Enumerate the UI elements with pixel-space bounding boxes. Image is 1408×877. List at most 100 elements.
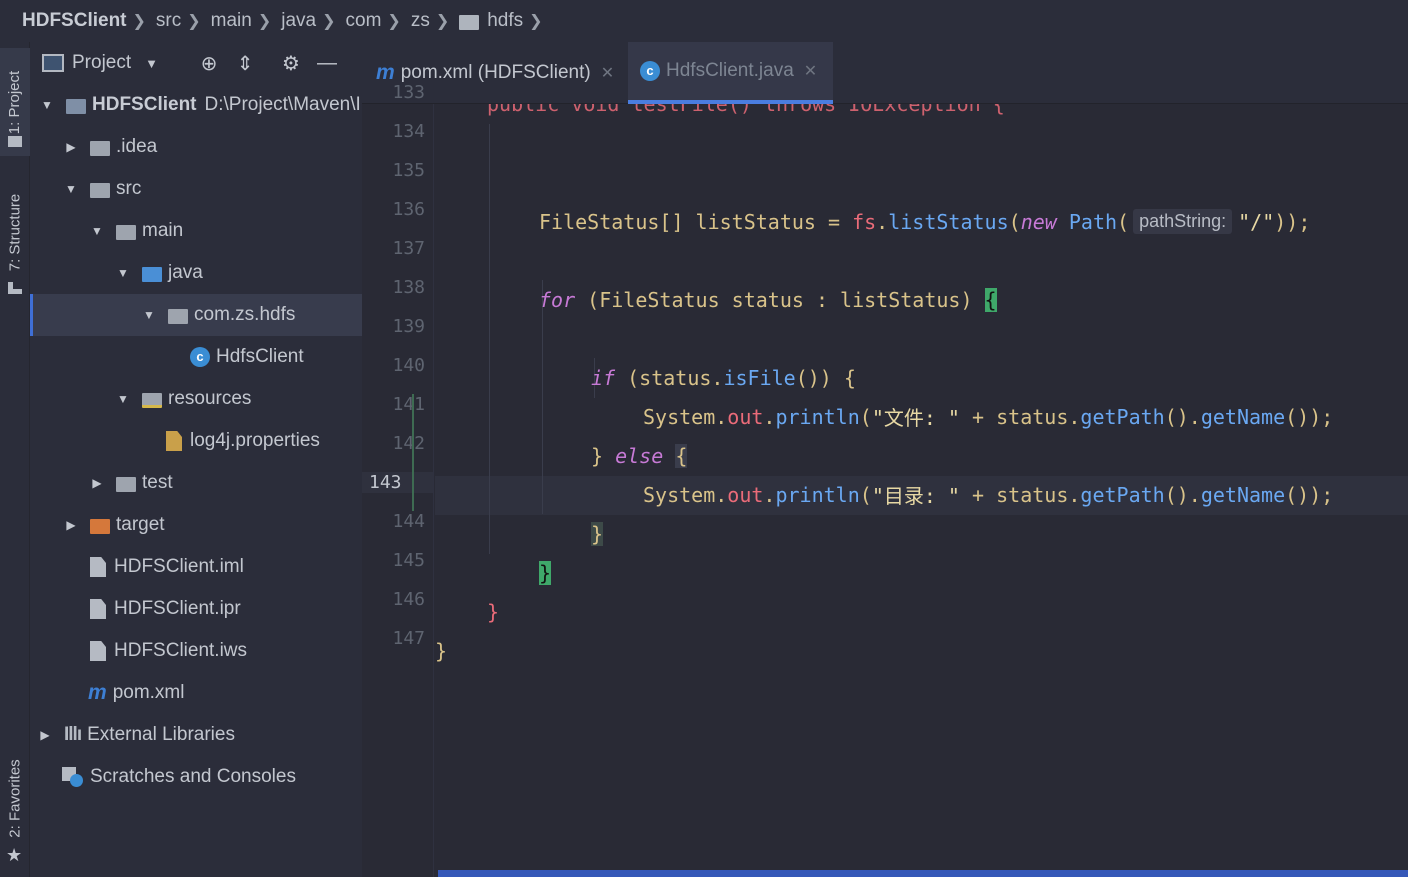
tree-item-label: Scratches and Consoles bbox=[90, 766, 296, 787]
matched-brace: } bbox=[539, 560, 552, 585]
breadcrumb-item-java[interactable]: java ❯ bbox=[281, 10, 345, 32]
tree-item-iws[interactable]: HDFSClient.iws bbox=[30, 630, 362, 672]
tool-window-bar: 1: Project 7: Structure 2: Favorites ★ bbox=[0, 42, 30, 877]
locate-icon[interactable]: ⊕ bbox=[198, 51, 220, 76]
breadcrumb-item-src[interactable]: src ❯ bbox=[156, 10, 211, 32]
breadcrumb-item-zs[interactable]: zs ❯ bbox=[411, 10, 459, 32]
tree-item-main[interactable]: ▼ main bbox=[30, 210, 362, 252]
project-view-icon bbox=[42, 54, 64, 72]
tree-item-ipr[interactable]: HDFSClient.ipr bbox=[30, 588, 362, 630]
star-icon: ★ bbox=[6, 845, 23, 865]
expand-arrow-icon[interactable]: ▶ bbox=[38, 728, 52, 742]
close-icon[interactable]: ✕ bbox=[601, 63, 614, 83]
tree-item-label: External Libraries bbox=[87, 724, 235, 745]
expand-arrow-icon[interactable]: ▼ bbox=[116, 392, 130, 406]
chevron-right-icon: ❯ bbox=[387, 13, 401, 30]
tree-item-label: test bbox=[142, 472, 173, 493]
breadcrumb-item-hdfs[interactable]: hdfs ❯ bbox=[459, 10, 552, 32]
tree-item-idea[interactable]: ▶ .idea bbox=[30, 126, 362, 168]
tree-item-label: HDFSClient bbox=[92, 94, 197, 115]
tree-item-label: com.zs.hdfs bbox=[194, 304, 296, 325]
line-gutter: 133 134 135 136 137 138 139 140 141 142 … bbox=[362, 82, 434, 877]
code-line-133: public void testFile() throws IOExceptio… bbox=[487, 104, 1005, 123]
tree-item-hdfsclient[interactable]: ▼ HDFSClient D:\Project\Maven\I bbox=[30, 84, 362, 126]
line-number: 147 bbox=[392, 628, 425, 649]
code-line-145: } bbox=[487, 599, 500, 624]
tree-item-pom[interactable]: m pom.xml bbox=[30, 672, 362, 714]
tree-item-label: pom.xml bbox=[112, 682, 185, 703]
tree-item-label: .idea bbox=[116, 136, 158, 157]
code-line-142: System. out. println("目录: " + status. getPa… bbox=[643, 482, 1334, 509]
editor-tabs: m pom.xml (HDFSClient) ✕ c HdfsClient.ja… bbox=[362, 42, 1408, 104]
breadcrumb-item-com[interactable]: com ❯ bbox=[346, 10, 411, 32]
project-view-selector[interactable]: Project bbox=[72, 52, 131, 74]
breadcrumb: HDFSClient ❯ src ❯ main ❯ java ❯ com ❯ zs ❯ hd… bbox=[0, 0, 1408, 42]
breadcrumb-item-project[interactable]: HDFSClient ❯ bbox=[22, 10, 156, 32]
tree-item-log4j[interactable]: log4j.properties bbox=[30, 420, 362, 462]
java-class-icon: c bbox=[190, 347, 210, 367]
file-icon bbox=[90, 557, 106, 577]
code-line-141: } else { bbox=[591, 443, 688, 468]
breadcrumb-item-main[interactable]: main ❯ bbox=[211, 10, 282, 32]
change-marker bbox=[412, 394, 414, 511]
expand-arrow-icon[interactable]: ▼ bbox=[90, 224, 104, 238]
tree-item-external-libraries[interactable]: ▶ Illı External Libraries bbox=[30, 714, 362, 756]
chevron-right-icon: ❯ bbox=[187, 13, 201, 30]
project-panel: Project ▼ ⊕ ⇕ ⚙ — ▼ HDFSClient D:\Projec… bbox=[30, 42, 362, 877]
expand-arrow-icon[interactable]: ▼ bbox=[40, 98, 54, 112]
chevron-right-icon: ❯ bbox=[322, 13, 336, 30]
line-number: 145 bbox=[392, 550, 425, 571]
tree-item-test[interactable]: ▶ test bbox=[30, 462, 362, 504]
package-icon bbox=[459, 14, 480, 30]
tree-item-resources[interactable]: ▼ resources bbox=[30, 378, 362, 420]
tree-item-iml[interactable]: HDFSClient.iml bbox=[30, 546, 362, 588]
tree-item-target[interactable]: ▶ target bbox=[30, 504, 362, 546]
tree-item-label: HDFSClient.iml bbox=[114, 556, 244, 577]
code-line-135: FileStatus[] listStatus = fs. listStatus(… bbox=[539, 209, 1311, 234]
file-icon bbox=[90, 599, 106, 619]
tree-item-label: target bbox=[116, 514, 165, 535]
code-line-143: } bbox=[591, 521, 604, 546]
tree-item-java[interactable]: ▼ java bbox=[30, 252, 362, 294]
chevron-right-icon: ❯ bbox=[257, 13, 272, 30]
caret-down-icon[interactable]: ▼ bbox=[145, 56, 158, 71]
expand-arrow-icon[interactable]: ▶ bbox=[64, 518, 78, 532]
indent-guide bbox=[489, 124, 490, 554]
folder-icon bbox=[116, 224, 136, 240]
tree-item-label: HDFSClient.ipr bbox=[114, 598, 241, 619]
tab-hdfsclient-java[interactable]: c HdfsClient.java ✕ bbox=[628, 42, 833, 104]
matched-brace: { bbox=[984, 287, 997, 312]
line-number: 141 bbox=[392, 394, 425, 415]
expand-arrow-icon[interactable]: ▶ bbox=[90, 476, 104, 490]
expand-arrow-icon[interactable]: ▼ bbox=[64, 182, 78, 196]
tab-label: HdfsClient.java bbox=[666, 60, 794, 81]
tool-tab-favorites[interactable]: 2: Favorites bbox=[0, 752, 30, 844]
tree-item-scratches[interactable]: Scratches and Consoles bbox=[30, 756, 362, 798]
tree-item-com-zs-hdfs[interactable]: ▼ com.zs.hdfs bbox=[30, 294, 362, 336]
project-path: D:\Project\Maven\I bbox=[204, 94, 361, 115]
hide-icon[interactable]: — bbox=[316, 52, 338, 75]
code-line-146: } bbox=[435, 638, 448, 663]
file-icon bbox=[90, 641, 106, 661]
tree-item-hdfsclient-class[interactable]: c HdfsClient bbox=[30, 336, 362, 378]
tree-item-label: HDFSClient.iws bbox=[114, 640, 248, 661]
editor-area: m pom.xml (HDFSClient) ✕ c HdfsClient.ja… bbox=[362, 42, 1408, 877]
code-editor[interactable]: public void testFile() throws IOExceptio… bbox=[435, 104, 1408, 877]
project-panel-header: Project ▼ ⊕ ⇕ ⚙ — bbox=[30, 42, 362, 84]
resources-folder-icon bbox=[142, 392, 162, 408]
source-folder-icon bbox=[142, 266, 162, 282]
expand-arrow-icon[interactable]: ▼ bbox=[116, 266, 130, 280]
expand-arrow-icon[interactable]: ▼ bbox=[142, 308, 156, 322]
project-icon bbox=[8, 136, 22, 147]
collapse-all-icon[interactable]: ⇕ bbox=[234, 51, 256, 76]
tool-tab-structure[interactable]: 7: Structure bbox=[0, 182, 30, 282]
line-number: 146 bbox=[392, 589, 425, 610]
tree-item-src[interactable]: ▼ src bbox=[30, 168, 362, 210]
gear-icon[interactable]: ⚙ bbox=[280, 51, 302, 76]
close-icon[interactable]: ✕ bbox=[804, 61, 817, 81]
chevron-right-icon: ❯ bbox=[132, 13, 146, 30]
line-number: 144 bbox=[392, 511, 425, 532]
expand-arrow-icon[interactable]: ▶ bbox=[64, 140, 78, 154]
parameter-hint: pathString: bbox=[1133, 209, 1233, 234]
line-number: 133 bbox=[392, 82, 425, 103]
